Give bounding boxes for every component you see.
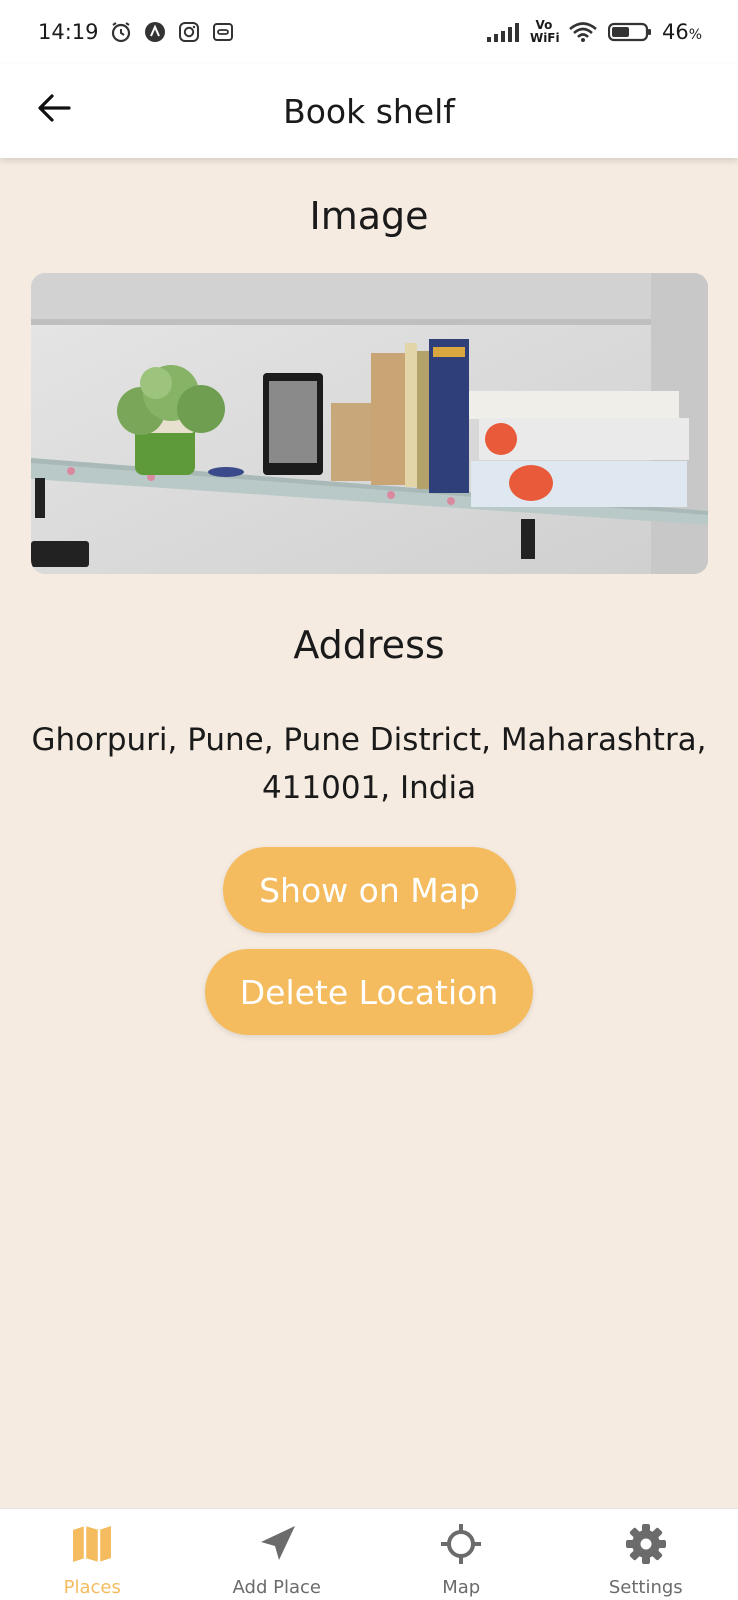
nav-label-settings: Settings <box>608 1577 683 1598</box>
navigation-arrow-icon <box>254 1521 300 1567</box>
status-time: 14:19 <box>38 20 99 44</box>
image-heading: Image <box>309 194 429 238</box>
screen-record-icon <box>211 20 235 44</box>
address-line-1: Ghorpuri, Pune, Pune District, Maharasht… <box>31 722 707 758</box>
signal-icon <box>486 20 520 44</box>
battery-percent: 46% <box>661 20 702 44</box>
alarm-icon <box>109 20 133 44</box>
delete-location-button[interactable]: Delete Location <box>205 949 533 1035</box>
nav-label-map: Map <box>442 1577 481 1598</box>
status-right: Vo WiFi 46% <box>486 19 702 45</box>
location-target-icon <box>438 1521 484 1567</box>
nav-item-places[interactable]: Places <box>0 1509 185 1600</box>
show-on-map-label: Show on Map <box>259 870 480 910</box>
nav-item-add-place[interactable]: Add Place <box>185 1509 370 1600</box>
battery-icon <box>607 20 652 44</box>
status-left: 14:19 <box>38 20 235 44</box>
instagram-icon <box>177 20 201 44</box>
map-icon <box>69 1521 115 1567</box>
place-photo <box>31 273 708 574</box>
address-heading: Address <box>293 623 445 667</box>
app-bar: Book shelf <box>0 64 738 158</box>
show-on-map-button[interactable]: Show on Map <box>223 847 516 933</box>
arrow-left-icon <box>38 94 71 122</box>
nav-label-add-place: Add Place <box>232 1577 321 1598</box>
bottom-navigation: Places Add Place Map Settings <box>0 1508 738 1600</box>
app-notification-icon <box>143 20 167 44</box>
delete-location-label: Delete Location <box>239 972 499 1012</box>
page-title: Book shelf <box>283 91 455 131</box>
nav-item-settings[interactable]: Settings <box>554 1509 738 1600</box>
nav-label-places: Places <box>63 1577 121 1598</box>
back-button[interactable] <box>30 84 78 132</box>
status-bar: 14:19 Vo WiFi 46% <box>0 0 738 64</box>
address-text: Ghorpuri, Pune, Pune District, Maharasht… <box>0 716 738 812</box>
wifi-icon <box>568 20 598 44</box>
address-line-2: 411001, India <box>261 770 477 806</box>
gear-icon <box>623 1521 669 1567</box>
nav-item-map[interactable]: Map <box>369 1509 554 1600</box>
vowifi-label: Vo WiFi <box>529 18 560 45</box>
